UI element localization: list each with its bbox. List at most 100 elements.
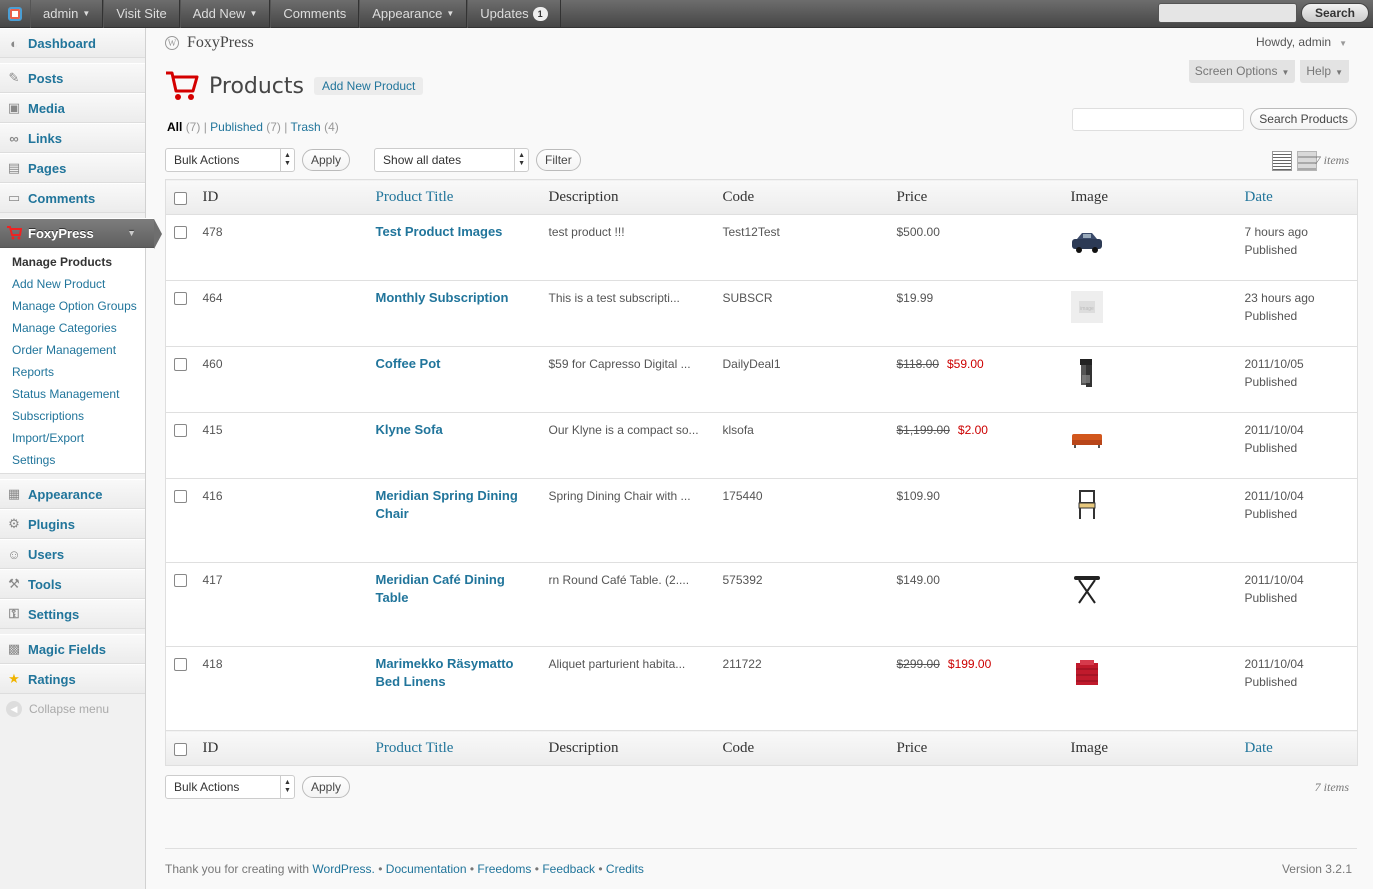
sale-price-value: $199.00 xyxy=(947,657,992,671)
submenu-item-add-new-product[interactable]: Add New Product xyxy=(0,273,145,295)
row-checkbox[interactable] xyxy=(174,292,187,305)
submenu-item-subscriptions[interactable]: Subscriptions xyxy=(0,405,145,427)
product-title-link[interactable]: Meridian Café Dining Table xyxy=(376,572,505,605)
sidebar-item-links[interactable]: ∞ Links xyxy=(0,123,145,153)
sidebar-item-tools[interactable]: ⚒ Tools xyxy=(0,569,145,599)
table-thumbnail[interactable] xyxy=(1071,573,1103,605)
cell-description: $59 for Capresso Digital ... xyxy=(541,346,716,413)
column-header-code: Code xyxy=(715,730,890,766)
adminbar-search-input[interactable] xyxy=(1157,3,1297,23)
bulk-actions-value: Bulk Actions xyxy=(174,153,240,167)
adminbar-search-button[interactable]: Search xyxy=(1300,3,1369,23)
product-title-link[interactable]: Monthly Subscription xyxy=(376,290,509,305)
submenu-item-status-management[interactable]: Status Management xyxy=(0,383,145,405)
table-row[interactable]: 415 Klyne Sofa Our Klyne is a compact so..… xyxy=(165,412,1358,479)
search-products-button[interactable]: Search Products xyxy=(1250,108,1357,130)
coffee-maker-thumbnail[interactable] xyxy=(1071,357,1103,389)
sidebar-item-appearance[interactable]: ▦ Appearance xyxy=(0,479,145,509)
car-thumbnail[interactable] xyxy=(1071,225,1103,257)
filter-all[interactable]: All xyxy=(167,120,182,134)
table-row[interactable]: 416 Meridian Spring Dining Chair Spring Di… xyxy=(165,478,1358,563)
adminbar-item-comments[interactable]: Comments xyxy=(270,0,360,28)
sidebar-item-plugins[interactable]: ⚙ Plugins xyxy=(0,509,145,539)
product-title-link[interactable]: Klyne Sofa xyxy=(376,422,443,437)
placeholder-thumbnail[interactable]: image xyxy=(1070,291,1103,323)
row-checkbox[interactable] xyxy=(174,490,187,503)
filter-trash[interactable]: Trash xyxy=(291,120,321,134)
table-row[interactable]: 417 Meridian Café Dining Table rn Round Ca… xyxy=(165,562,1358,647)
adminbar-item-admin[interactable]: admin ▼ xyxy=(30,0,104,28)
row-checkbox[interactable] xyxy=(174,358,187,371)
submenu-item-reports[interactable]: Reports xyxy=(0,361,145,383)
sidebar-item-magic-fields[interactable]: ▩ Magic Fields xyxy=(0,634,145,664)
products-table: ID Product Title Description Code Price Image… xyxy=(165,179,1358,766)
column-header-date[interactable]: Date xyxy=(1237,179,1358,215)
table-row[interactable]: 478 Test Product Images test product !!! Te… xyxy=(165,214,1358,281)
chair-thumbnail[interactable] xyxy=(1071,489,1103,521)
collapse-arrow-icon[interactable]: ▼ xyxy=(127,228,136,238)
help-tab[interactable]: Help ▼ xyxy=(1300,60,1349,83)
row-checkbox[interactable] xyxy=(174,424,187,437)
row-checkbox[interactable] xyxy=(174,658,187,671)
sidebar-item-media[interactable]: ▣ Media xyxy=(0,93,145,123)
submenu-item-manage-option-groups[interactable]: Manage Option Groups xyxy=(0,295,145,317)
column-header-product-title[interactable]: Product Title xyxy=(368,730,542,766)
footer-freedoms-link[interactable]: Freedoms xyxy=(477,862,531,876)
price-value: $109.90 xyxy=(896,489,940,503)
sidebar-item-users[interactable]: ☺ Users xyxy=(0,539,145,569)
bed-linens-thumbnail[interactable] xyxy=(1071,657,1103,689)
table-row[interactable]: 460 Coffee Pot $59 for Capresso Digital ..… xyxy=(165,346,1358,413)
column-header-date[interactable]: Date xyxy=(1237,730,1358,766)
add-new-product-button[interactable]: Add New Product xyxy=(314,77,424,95)
product-title-link[interactable]: Coffee Pot xyxy=(376,356,441,371)
footer-credits-link[interactable]: Credits xyxy=(606,862,644,876)
apply-button[interactable]: Apply xyxy=(302,149,351,171)
sidebar-item-foxypress[interactable]: FoxyPress ▼ xyxy=(0,218,162,249)
bulk-actions-select[interactable]: Bulk Actions ▲ ▼ xyxy=(165,148,295,172)
row-checkbox[interactable] xyxy=(174,226,187,239)
list-view-icon[interactable] xyxy=(1272,151,1292,171)
select-all-checkbox[interactable] xyxy=(174,742,187,756)
table-row[interactable]: 418 Marimekko Räsymatto Bed Linens Aliquet… xyxy=(165,646,1358,731)
screen-options-tab[interactable]: Screen Options ▼ xyxy=(1188,60,1296,83)
date-filter-select[interactable]: Show all dates ▲ ▼ xyxy=(374,148,530,172)
product-title-link[interactable]: Meridian Spring Dining Chair xyxy=(376,488,518,521)
collapse-menu-button[interactable]: ◀ Collapse menu xyxy=(0,694,145,724)
sidebar-item-dashboard[interactable]: ◐ Dashboard xyxy=(0,28,145,58)
cell-date: 2011/10/04 Published xyxy=(1237,646,1358,731)
howdy-menu[interactable]: Howdy, admin ▼ xyxy=(1256,35,1347,49)
site-name[interactable]: FoxyPress xyxy=(187,34,254,52)
product-title-link[interactable]: Test Product Images xyxy=(376,224,503,239)
submenu-item-order-management[interactable]: Order Management xyxy=(0,339,145,361)
table-row[interactable]: 464 Monthly Subscription This is a test su… xyxy=(165,280,1358,347)
footer-documentation-link[interactable]: Documentation xyxy=(386,862,467,876)
footer-wordpress-link[interactable]: WordPress. xyxy=(312,862,374,876)
adminbar-updates[interactable]: Updates 1 xyxy=(467,0,561,28)
filter-button[interactable]: Filter xyxy=(536,149,581,171)
wordpress-logo-icon[interactable] xyxy=(0,0,30,28)
footer-feedback-link[interactable]: Feedback xyxy=(542,862,595,876)
select-all-checkbox[interactable] xyxy=(174,191,187,205)
submenu-item-settings[interactable]: Settings xyxy=(0,449,145,471)
row-checkbox[interactable] xyxy=(174,574,187,587)
column-header-image: Image xyxy=(1063,179,1238,215)
sidebar-item-ratings[interactable]: ★ Ratings xyxy=(0,664,145,694)
adminbar-item-appearance[interactable]: Appearance ▼ xyxy=(359,0,468,28)
submenu-item-import-export[interactable]: Import/Export xyxy=(0,427,145,449)
sofa-thumbnail[interactable] xyxy=(1071,423,1103,455)
adminbar-item-add-new[interactable]: Add New ▼ xyxy=(179,0,271,28)
adminbar-item-visit-site[interactable]: Visit Site xyxy=(103,0,180,28)
sidebar-item-pages[interactable]: ▤ Pages xyxy=(0,153,145,183)
sidebar-item-settings[interactable]: ⚿ Settings xyxy=(0,599,145,629)
column-header-product-title[interactable]: Product Title xyxy=(368,179,542,215)
footer-separator: • xyxy=(534,862,539,876)
submenu-item-manage-categories[interactable]: Manage Categories xyxy=(0,317,145,339)
submenu-item-manage-products[interactable]: Manage Products xyxy=(0,251,145,273)
product-title-link[interactable]: Marimekko Räsymatto Bed Linens xyxy=(376,656,514,689)
sidebar-item-posts[interactable]: ✎ Posts xyxy=(0,63,145,93)
sidebar-item-comments[interactable]: ▭ Comments xyxy=(0,183,145,213)
apply-button[interactable]: Apply xyxy=(302,776,351,798)
bulk-actions-select[interactable]: Bulk Actions ▲ ▼ xyxy=(165,775,295,799)
filter-published[interactable]: Published xyxy=(210,120,263,134)
product-search-input[interactable] xyxy=(1072,108,1245,131)
